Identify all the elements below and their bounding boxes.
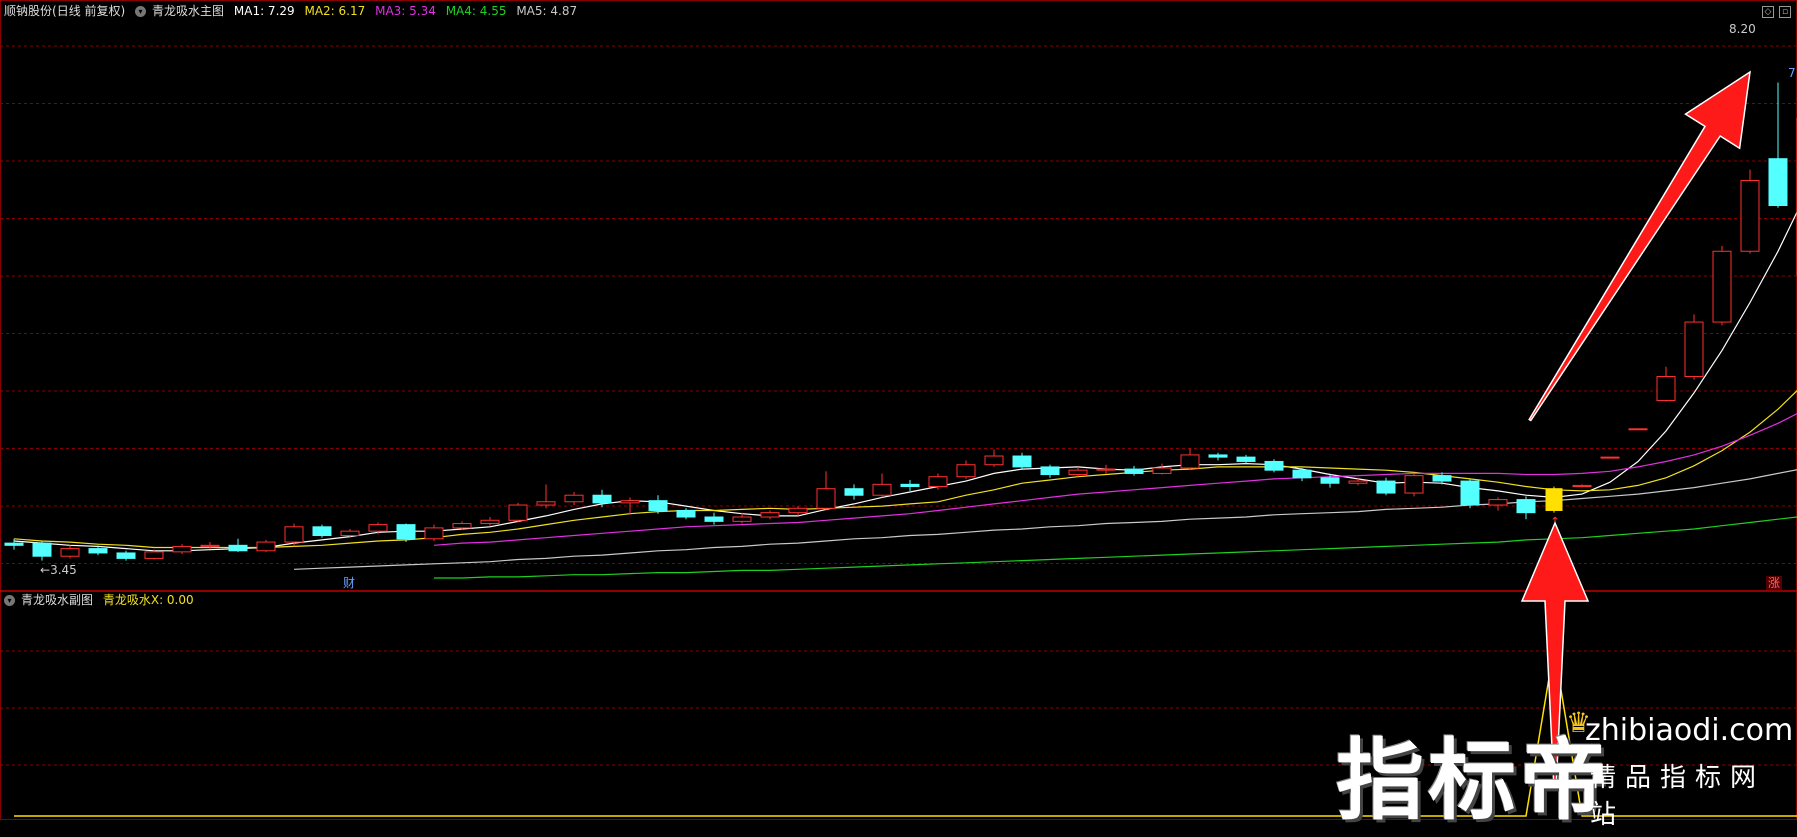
sub-indicator-dropdown-icon[interactable]: ▾ <box>4 595 15 606</box>
candle-body <box>1740 179 1760 252</box>
candle-body <box>872 483 892 496</box>
candle-body <box>200 544 220 547</box>
candle-body <box>88 548 108 554</box>
candle-body <box>1180 454 1200 469</box>
ma2-label: MA2: 6.17 <box>304 4 366 18</box>
candle-body <box>1684 321 1704 378</box>
candle-body <box>1768 158 1788 207</box>
candle-body <box>1628 428 1648 431</box>
candle-body <box>704 516 724 522</box>
candle-body <box>340 530 360 537</box>
period-label: (日线 前复权) <box>52 4 126 18</box>
main-indicator-name[interactable]: 青龙吸水主图 <box>152 4 224 18</box>
ma4-label: MA4: 4.55 <box>445 4 507 18</box>
diamond-icon[interactable]: ◇ <box>1762 6 1774 18</box>
candle-body <box>1488 499 1508 506</box>
candle-body <box>60 548 80 557</box>
stock-name[interactable]: 顺钠股份 <box>4 4 52 18</box>
candle-body <box>844 488 864 496</box>
candle-body <box>1572 484 1592 488</box>
candle-body <box>592 494 612 504</box>
candle-body <box>284 526 304 543</box>
window-close-icon[interactable]: ▫ <box>1779 6 1791 18</box>
candle-body <box>816 488 836 509</box>
ma5-label: MA5: 4.87 <box>516 4 578 18</box>
high-price-label: 8.20 <box>1729 22 1756 36</box>
ma3-label: MA3: 5.34 <box>375 4 436 18</box>
candle-body <box>1264 460 1284 471</box>
candle-body <box>1208 454 1228 458</box>
candle-body <box>1376 480 1396 494</box>
sub-panel-header: ▾ 青龙吸水副图 青龙吸水X: 0.00 <box>4 593 200 607</box>
candle-body <box>1656 376 1676 401</box>
candle-body <box>1460 480 1480 506</box>
sub-indicator-name[interactable]: 青龙吸水副图 <box>21 593 93 607</box>
right-edge-label: 7 <box>1788 66 1796 80</box>
watermark-url: zhibiaodi.com <box>1585 713 1794 748</box>
candle-body <box>452 523 472 529</box>
candle-body <box>1236 456 1256 462</box>
candle-body <box>4 542 24 546</box>
candle-body <box>508 504 528 521</box>
candle-body <box>228 544 248 552</box>
candle-body <box>956 464 976 478</box>
candle-body <box>116 552 136 559</box>
limit-up-marker[interactable]: 涨 <box>1766 576 1783 590</box>
candle-body <box>1040 466 1060 476</box>
low-price-label: ←3.45 <box>40 563 77 577</box>
candle-body <box>928 476 948 488</box>
candle-body <box>1432 475 1452 482</box>
candle-body <box>396 524 416 540</box>
candle-body <box>1320 477 1340 484</box>
candle-body <box>984 455 1004 466</box>
candle-body <box>1292 469 1312 479</box>
candle-body <box>32 542 52 557</box>
candle-body <box>732 516 752 522</box>
sub-value-label: 青龙吸水X: 0.00 <box>102 593 194 607</box>
candle-body <box>564 494 584 503</box>
main-panel-header: 顺钠股份(日线 前复权) ▾ 青龙吸水主图 MA1: 7.29 MA2: 6.17… <box>4 4 583 18</box>
candle-body <box>1516 499 1536 514</box>
candle-body <box>144 551 164 559</box>
chart-canvas[interactable]: ↑ <box>0 0 1797 820</box>
candle-body <box>312 526 332 537</box>
candle-body <box>1600 456 1620 459</box>
candle-body <box>1348 480 1368 484</box>
watermark-brand: 指标帝 <box>1336 729 1613 832</box>
candle-body <box>676 509 696 518</box>
candle-body <box>1012 455 1032 468</box>
ma1-label: MA1: 7.29 <box>233 4 295 18</box>
candle-body <box>648 500 668 511</box>
candle-body <box>1068 469 1088 476</box>
candle-body <box>1712 250 1732 323</box>
candle-body <box>172 545 192 553</box>
indicator-dropdown-icon[interactable]: ▾ <box>135 6 147 17</box>
candle-body <box>1096 468 1116 471</box>
candle-body <box>256 541 276 552</box>
candle-body <box>620 500 640 504</box>
candle-body <box>900 483 920 488</box>
candle-body <box>424 527 444 540</box>
candle-body <box>1152 467 1172 474</box>
finance-marker[interactable]: 财 <box>343 576 355 590</box>
candle-body <box>536 501 556 506</box>
candle-body <box>1545 488 1563 511</box>
candle-body <box>368 524 388 532</box>
candle-body <box>1404 475 1424 494</box>
candle-body <box>480 519 500 525</box>
candle-body <box>788 507 808 514</box>
candle-body <box>760 512 780 518</box>
candle-body <box>1124 468 1144 474</box>
